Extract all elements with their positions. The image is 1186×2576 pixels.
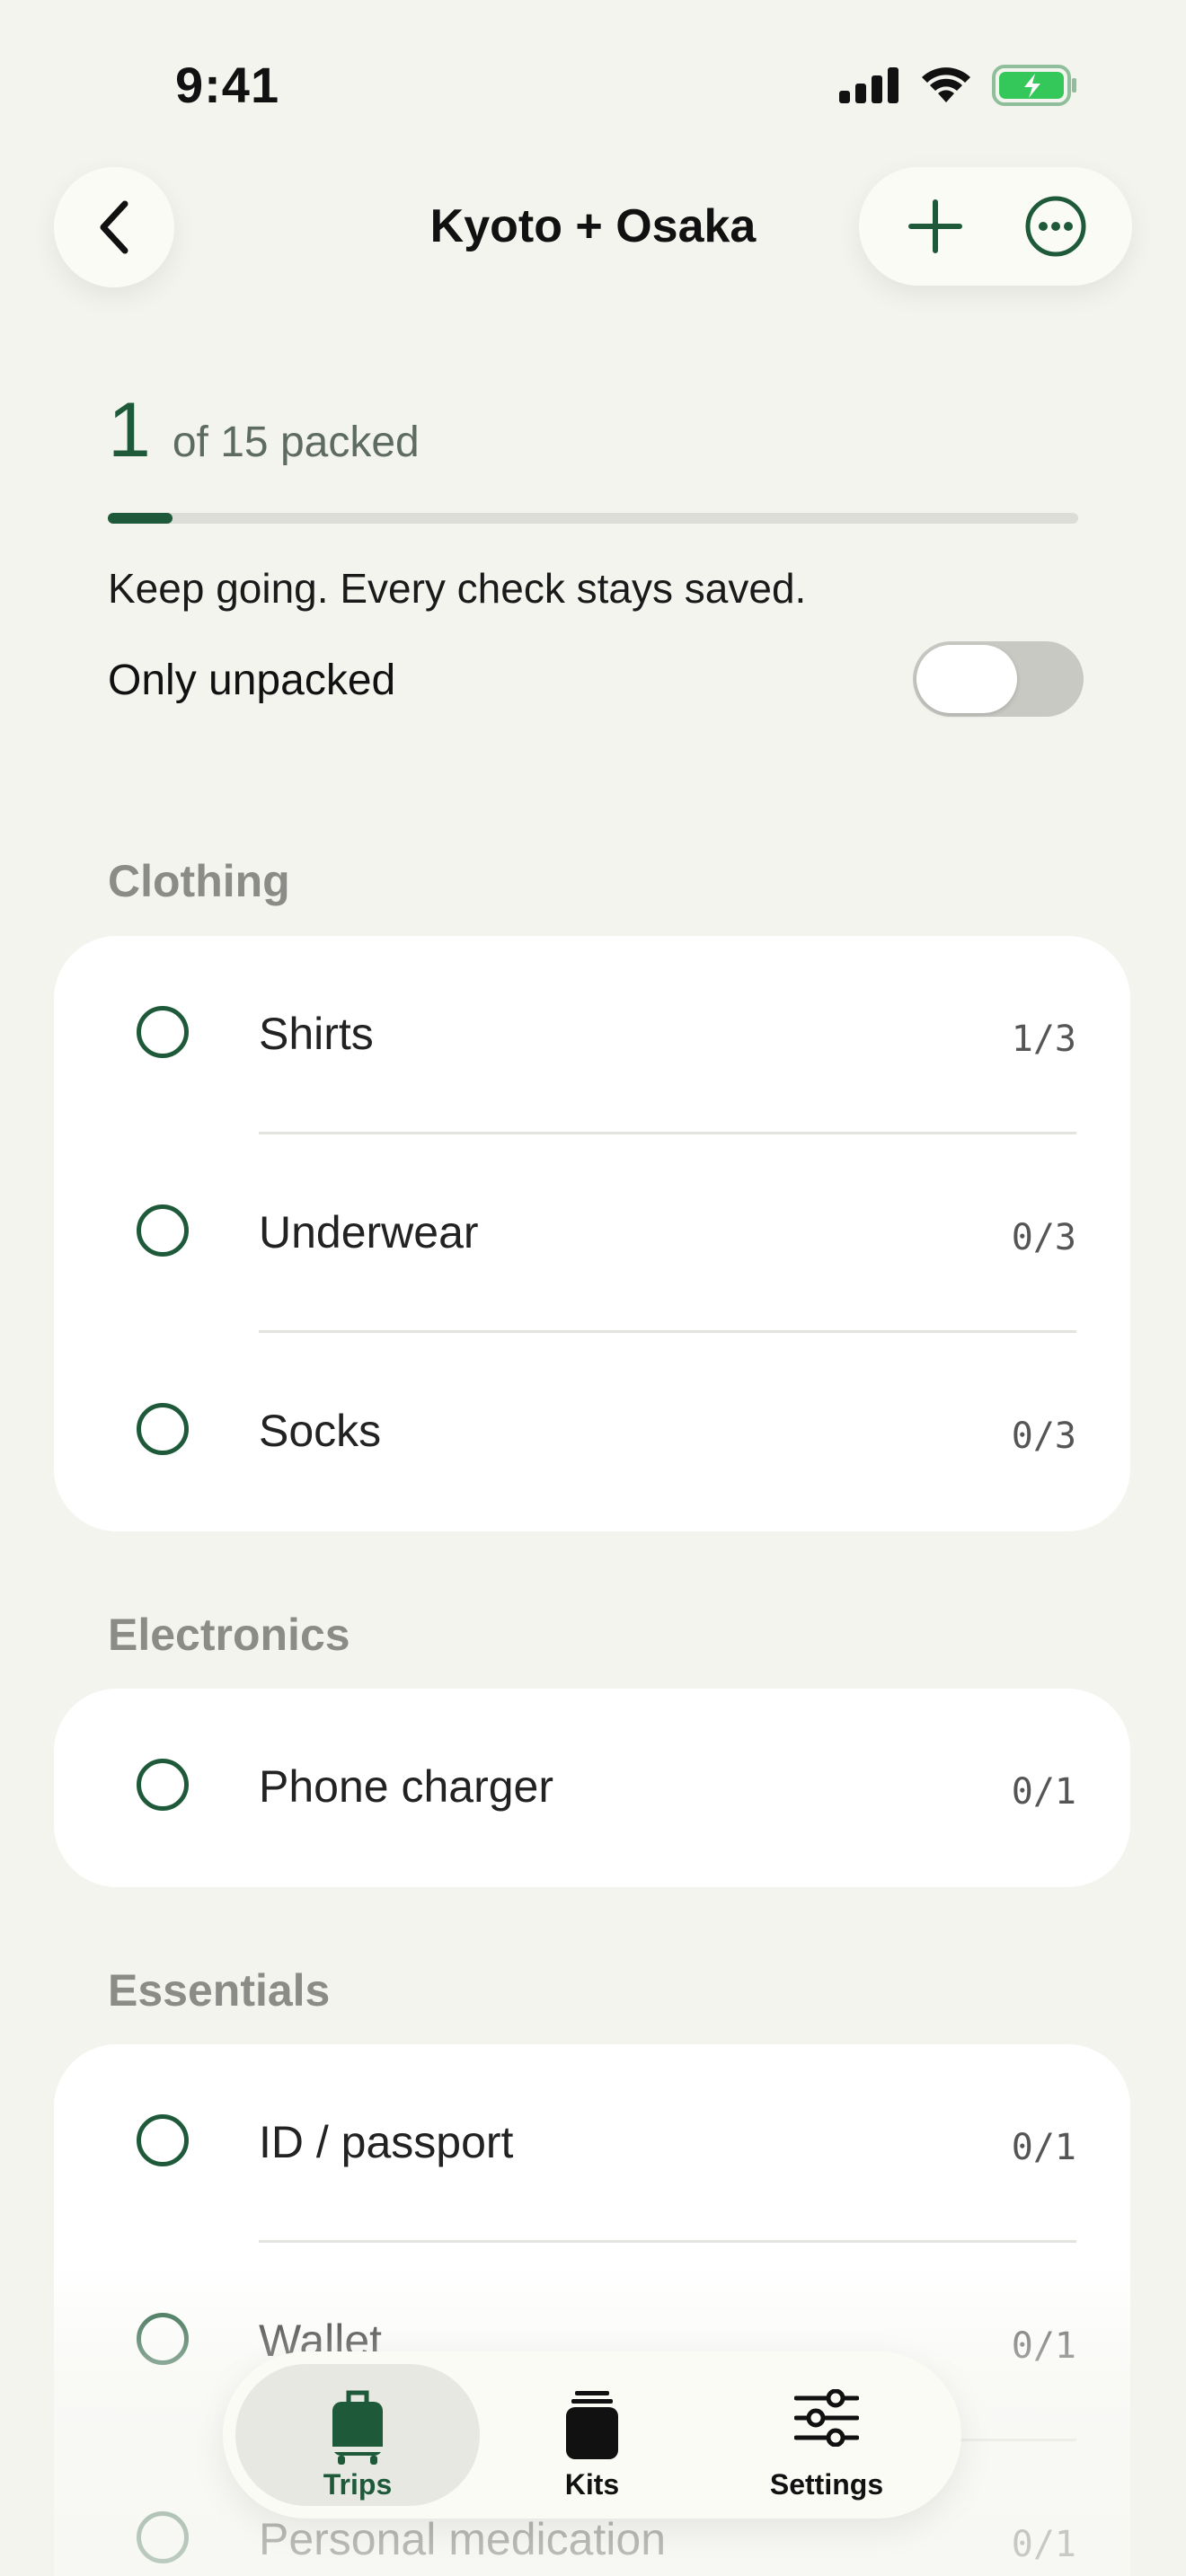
list-item[interactable]: ID / passport 0/1 <box>54 2044 1130 2243</box>
checkbox-icon[interactable] <box>137 2313 189 2365</box>
item-name: ID / passport <box>259 2117 514 2167</box>
sliders-icon <box>794 2389 859 2447</box>
tab-settings[interactable]: Settings <box>704 2364 949 2506</box>
checkbox-icon[interactable] <box>137 2511 189 2563</box>
item-count: 1/3 <box>1011 1019 1076 1060</box>
progress-bar <box>108 513 1078 524</box>
more-button[interactable] <box>1006 177 1105 276</box>
section-card-clothing: Shirts 1/3 Underwear 0/3 Socks 0/3 <box>54 936 1130 1531</box>
header-actions <box>859 167 1132 286</box>
wifi-icon <box>922 67 970 102</box>
section-title-clothing: Clothing <box>108 856 290 906</box>
tab-label: Settings <box>769 2468 884 2501</box>
status-icons <box>839 65 1078 106</box>
progress-message: Keep going. Every check stays saved. <box>108 565 807 612</box>
list-item[interactable]: Socks 0/3 <box>54 1333 1130 1531</box>
signal-icon <box>839 67 898 103</box>
item-name: Underwear <box>259 1207 479 1257</box>
plus-icon <box>908 199 962 253</box>
list-item[interactable]: Phone charger 0/1 <box>54 1689 1130 1887</box>
item-count: 0/1 <box>1011 2325 1076 2367</box>
tab-trips[interactable]: Trips <box>235 2364 480 2506</box>
tab-label: Kits <box>564 2468 620 2501</box>
progress-fill <box>108 513 173 524</box>
suitcase-icon <box>332 2390 383 2465</box>
item-count: 0/1 <box>1011 2524 1076 2565</box>
item-count: 0/3 <box>1011 1416 1076 1457</box>
item-count: 0/1 <box>1011 1771 1076 1813</box>
battery-icon <box>992 65 1076 106</box>
item-count: 0/1 <box>1011 2127 1076 2168</box>
checkbox-icon[interactable] <box>137 1759 189 1811</box>
status-time: 9:41 <box>175 57 280 113</box>
only-unpacked-toggle[interactable] <box>913 641 1084 717</box>
checkbox-icon[interactable] <box>137 1403 189 1455</box>
list-item[interactable]: Shirts 1/3 <box>54 936 1130 1134</box>
checkbox-icon[interactable] <box>137 1006 189 1058</box>
more-icon <box>1025 196 1086 257</box>
tab-bar: Trips Kits Settings <box>223 2351 961 2519</box>
packed-total: of 15 packed <box>172 419 420 466</box>
tab-label: Trips <box>323 2468 393 2501</box>
section-title-essentials: Essentials <box>108 1965 331 2016</box>
checkbox-icon[interactable] <box>137 2114 189 2166</box>
section-title-electronics: Electronics <box>108 1610 350 1660</box>
packed-count: 1 <box>108 387 151 473</box>
packed-summary: 1 of 15 packed <box>108 386 420 475</box>
box-icon <box>566 2391 618 2459</box>
item-name: Shirts <box>259 1009 374 1059</box>
tab-kits[interactable]: Kits <box>470 2364 714 2506</box>
checkbox-icon[interactable] <box>137 1204 189 1257</box>
item-name: Socks <box>259 1406 382 1456</box>
add-button[interactable] <box>886 177 985 276</box>
item-count: 0/3 <box>1011 1217 1076 1258</box>
item-name: Personal medication <box>259 2514 667 2564</box>
section-card-electronics: Phone charger 0/1 <box>54 1689 1130 1887</box>
item-name: Phone charger <box>259 1761 554 1812</box>
filter-label: Only unpacked <box>108 657 396 704</box>
list-item[interactable]: Underwear 0/3 <box>54 1134 1130 1333</box>
toggle-knob <box>916 645 1017 713</box>
